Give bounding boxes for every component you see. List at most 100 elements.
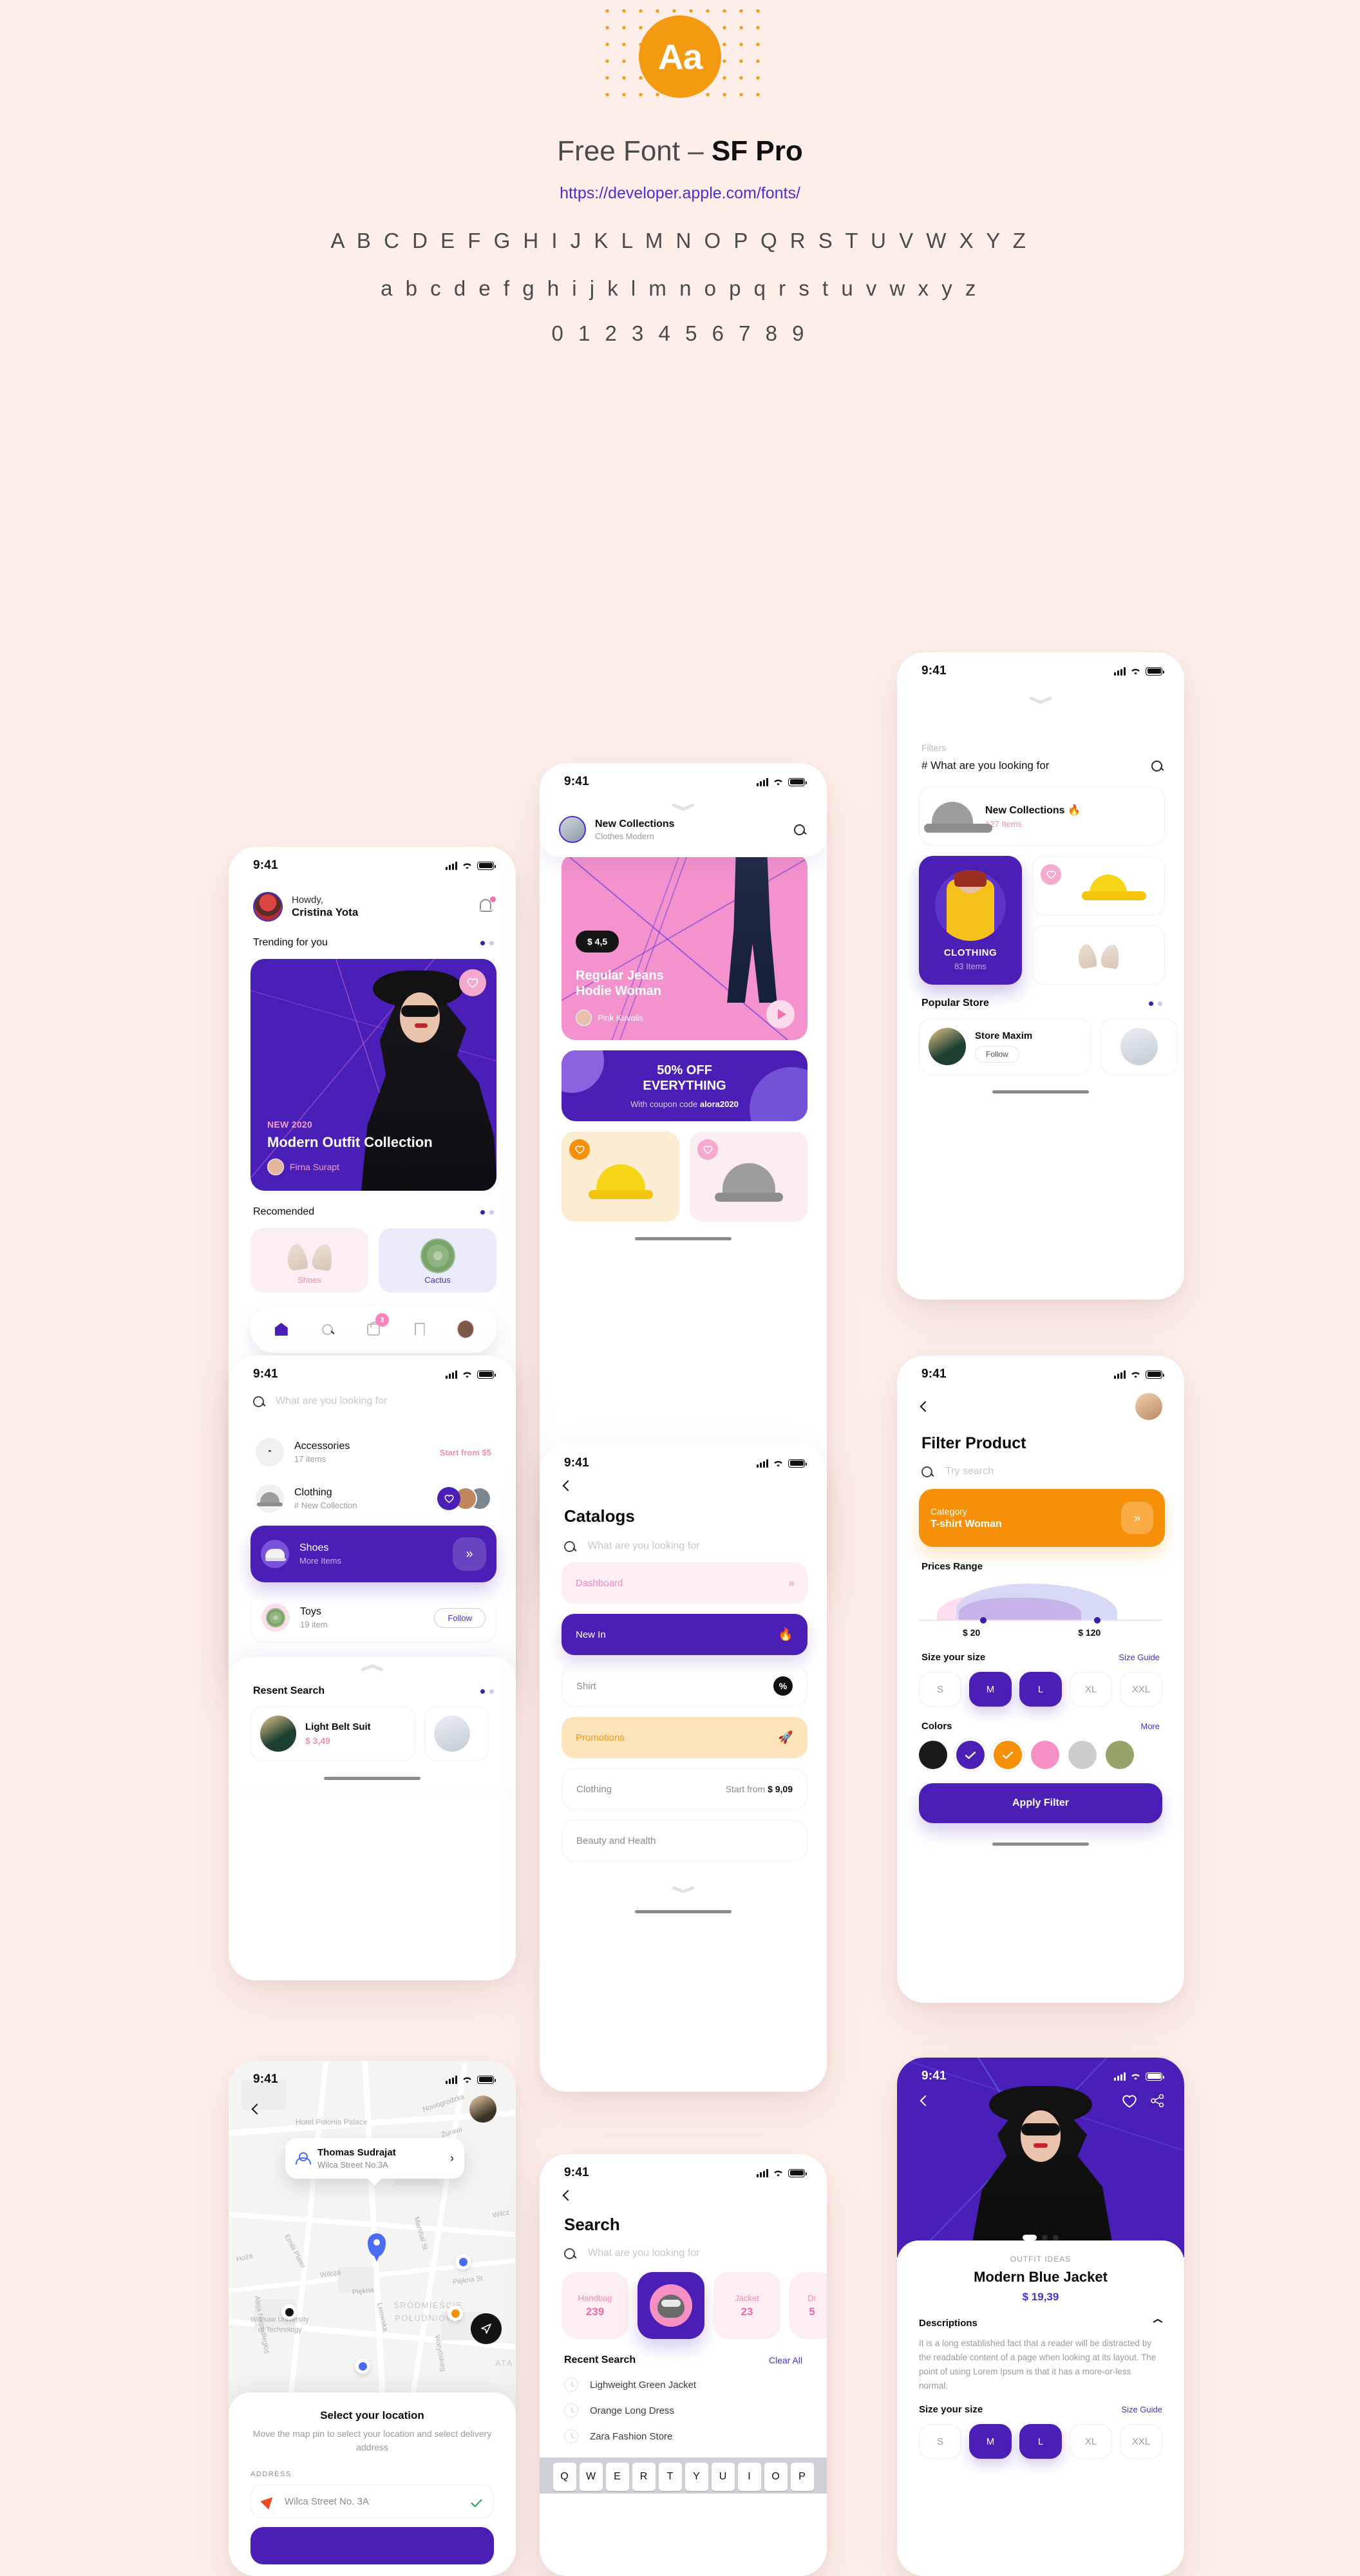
size-option-m[interactable]: M bbox=[969, 1672, 1012, 1707]
map-info-bubble[interactable]: Thomas Sudrajat Wilca Street No.3A › bbox=[285, 2138, 464, 2179]
search-input[interactable]: Try search bbox=[945, 1466, 994, 1477]
catalog-item-beauty[interactable]: Beauty and Health bbox=[562, 1820, 808, 1861]
carousel-dots-recommended[interactable] bbox=[480, 1209, 494, 1215]
category-row-accessories[interactable]: Accessories 17 items Start from $5 bbox=[250, 1429, 496, 1475]
expand-chevron-icon[interactable] bbox=[361, 1667, 383, 1676]
favorite-button[interactable] bbox=[459, 969, 486, 996]
recent-search-card[interactable]: Light Belt Suit $ 3,49 bbox=[250, 1706, 415, 1761]
back-icon[interactable] bbox=[920, 2095, 931, 2107]
search-icon[interactable] bbox=[794, 824, 805, 835]
notification-bell-icon[interactable] bbox=[479, 896, 496, 914]
search-icon[interactable] bbox=[1151, 760, 1162, 772]
size-option-l[interactable]: L bbox=[1019, 1672, 1062, 1707]
recommended-card-cactus[interactable]: Cactus bbox=[379, 1228, 496, 1293]
favorite-button[interactable] bbox=[1041, 864, 1061, 885]
user-avatar[interactable] bbox=[469, 2096, 496, 2123]
color-swatch-orange[interactable] bbox=[994, 1741, 1022, 1769]
category-row-toys[interactable]: Toys 19 item Follow bbox=[250, 1593, 496, 1643]
size-option-s[interactable]: S bbox=[919, 1672, 961, 1707]
liked-avatars-group[interactable] bbox=[437, 1487, 491, 1510]
color-swatch-purple[interactable] bbox=[956, 1741, 985, 1769]
chevron-up-icon[interactable] bbox=[1153, 2321, 1162, 2326]
follow-button[interactable]: Follow bbox=[975, 1046, 1019, 1063]
product-tile-hat[interactable] bbox=[690, 1132, 808, 1222]
follow-button[interactable]: Follow bbox=[434, 1607, 486, 1628]
favorite-button[interactable] bbox=[569, 1139, 590, 1160]
price-range-slider[interactable] bbox=[919, 1617, 1162, 1624]
chevron-double-button[interactable]: » bbox=[1121, 1502, 1153, 1534]
back-icon[interactable] bbox=[251, 2103, 263, 2115]
colors-more-link[interactable]: More bbox=[1140, 1721, 1160, 1731]
hero-banner-card[interactable]: NEW 2020 Modern Outfit Collection Firna … bbox=[250, 959, 496, 1191]
size-option-m[interactable]: M bbox=[969, 2424, 1012, 2459]
size-option-l[interactable]: L bbox=[1019, 2424, 1062, 2459]
color-swatch-black[interactable] bbox=[919, 1741, 947, 1769]
catalog-item-shirt[interactable]: Shirt % bbox=[562, 1665, 808, 1707]
apply-filter-button[interactable]: Apply Filter bbox=[919, 1783, 1162, 1823]
collection-avatar[interactable] bbox=[559, 816, 586, 843]
map-marker-orange[interactable] bbox=[448, 2306, 463, 2321]
recent-item-1[interactable]: Orange Long Dress bbox=[540, 2403, 827, 2418]
catalog-item-dashboard[interactable]: Dashboard » bbox=[562, 1562, 808, 1604]
map-marker-blue-2[interactable] bbox=[355, 2358, 370, 2374]
address-value[interactable]: Wilca Street No. 3A bbox=[285, 2496, 461, 2507]
chip-jacket[interactable]: Jacket 23 bbox=[713, 2272, 780, 2339]
catalog-item-clothing[interactable]: Clothing Start from $ 9,09 bbox=[562, 1768, 808, 1810]
recent-item-2[interactable]: Zara Fashion Store bbox=[540, 2429, 827, 2443]
key-e[interactable]: E bbox=[605, 2463, 629, 2491]
color-swatch-pink[interactable] bbox=[1031, 1741, 1059, 1769]
descriptions-header[interactable]: Descriptions bbox=[919, 2318, 1162, 2329]
play-button[interactable] bbox=[766, 1000, 795, 1028]
promo-banner[interactable]: 50% OFF EVERYTHING With coupon code alora… bbox=[562, 1050, 808, 1121]
category-row-clothing[interactable]: Clothing # New Collection bbox=[250, 1475, 496, 1522]
filter-query-row[interactable]: # What are you looking for bbox=[897, 759, 1184, 772]
recommended-card-shoes[interactable]: Shoes bbox=[250, 1228, 368, 1293]
size-option-xl[interactable]: XL bbox=[1070, 1672, 1112, 1707]
size-option-xl[interactable]: XL bbox=[1070, 2424, 1112, 2459]
chip-handbag[interactable]: Handbag 239 bbox=[562, 2272, 628, 2339]
collapse-chevron-icon[interactable] bbox=[672, 802, 694, 811]
recent-item-0[interactable]: Lighweight Green Jacket bbox=[540, 2378, 827, 2392]
search-bar[interactable]: What are you looking for bbox=[540, 1540, 827, 1552]
key-r[interactable]: R bbox=[632, 2463, 656, 2491]
user-avatar[interactable] bbox=[253, 892, 283, 922]
product-tile-helmet[interactable] bbox=[562, 1132, 679, 1222]
product-card-helmet[interactable] bbox=[1032, 856, 1165, 915]
store-card-maxim[interactable]: Store Maxim Follow bbox=[919, 1018, 1091, 1075]
carousel-dots-recent[interactable] bbox=[480, 1689, 494, 1694]
key-y[interactable]: Y bbox=[685, 2463, 708, 2491]
expand-more-chevron-icon[interactable] bbox=[672, 1884, 694, 1893]
heart-icon[interactable] bbox=[1122, 2094, 1137, 2108]
slider-handle-max[interactable] bbox=[1094, 1617, 1100, 1624]
recenter-button[interactable] bbox=[471, 2313, 502, 2344]
clear-all-button[interactable]: Clear All bbox=[769, 2355, 802, 2365]
user-avatar[interactable] bbox=[1135, 1393, 1162, 1420]
search-bar[interactable]: What are you looking for bbox=[229, 1384, 516, 1407]
carousel-dots[interactable] bbox=[480, 940, 494, 945]
favorite-button[interactable] bbox=[697, 1139, 718, 1160]
address-field[interactable]: Wilca Street No. 3A bbox=[250, 2485, 494, 2518]
search-input[interactable]: What are you looking for bbox=[588, 1540, 699, 1552]
key-q[interactable]: Q bbox=[552, 2463, 576, 2491]
tab-home[interactable] bbox=[273, 1321, 290, 1338]
collapse-chevron-icon[interactable] bbox=[1030, 695, 1052, 704]
back-icon[interactable] bbox=[920, 1401, 931, 1412]
tab-cart[interactable]: 3 bbox=[365, 1313, 389, 1338]
carousel-indicator[interactable] bbox=[1023, 2235, 1059, 2240]
tab-profile[interactable] bbox=[457, 1320, 475, 1338]
color-swatch-olive[interactable] bbox=[1106, 1741, 1134, 1769]
product-card-jeans[interactable]: $ 4,5 Regular Jeans Hodie Woman Pink Kuva… bbox=[562, 853, 808, 1040]
recent-search-card-next[interactable] bbox=[424, 1706, 489, 1761]
size-guide-link[interactable]: Size Guide bbox=[1121, 2405, 1162, 2414]
chip-active[interactable] bbox=[638, 2272, 704, 2339]
key-o[interactable]: O bbox=[764, 2463, 788, 2491]
favorite-button[interactable] bbox=[437, 1487, 460, 1510]
chip-dress[interactable]: Dr 5 bbox=[789, 2272, 827, 2339]
clothing-category-card[interactable]: CLOTHING 83 Items bbox=[919, 856, 1022, 985]
category-row-shoes[interactable]: Shoes More Items » bbox=[250, 1526, 496, 1582]
color-swatch-grey[interactable] bbox=[1068, 1741, 1097, 1769]
tab-bookmarks[interactable] bbox=[411, 1321, 428, 1338]
carousel-dots-store[interactable] bbox=[1149, 1001, 1162, 1006]
catalog-item-new-in[interactable]: New In 🔥 bbox=[562, 1614, 808, 1655]
chevron-right-button[interactable]: » bbox=[453, 1537, 486, 1571]
